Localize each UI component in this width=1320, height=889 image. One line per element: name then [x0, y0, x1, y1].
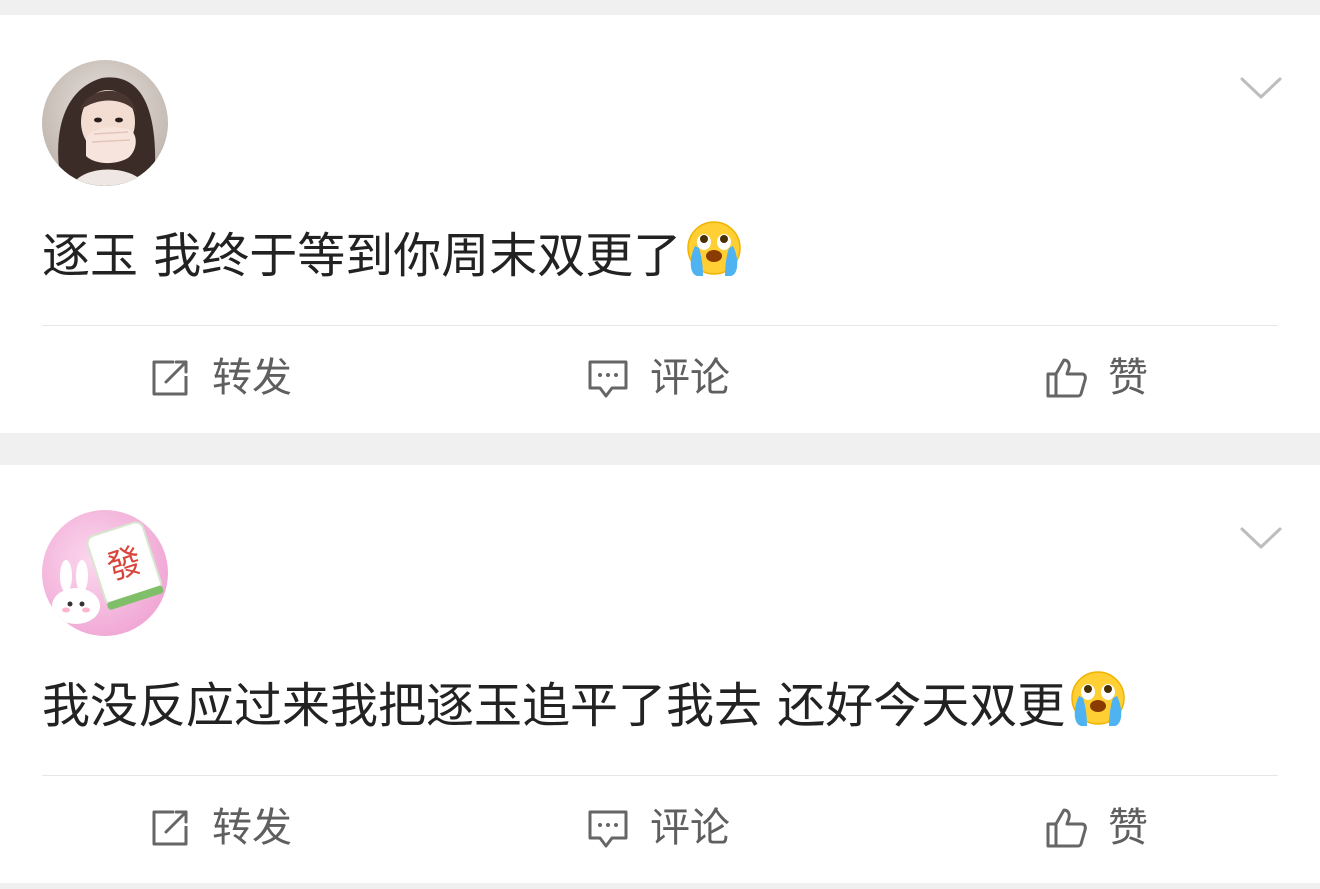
comment-label: 评论: [650, 355, 730, 401]
repost-icon: [152, 810, 188, 846]
repost-label: 转发: [212, 355, 292, 401]
chevron-down-icon: [1240, 527, 1282, 549]
like-button[interactable]: 赞: [1044, 350, 1148, 406]
girl-selfie-avatar-image: [42, 60, 168, 186]
mahjong-fa-bunny-avatar-image: 發: [42, 510, 168, 636]
thumbs-up-icon: [1046, 808, 1087, 848]
like-label: 赞: [1108, 355, 1148, 401]
repost-icon: [152, 360, 188, 396]
more-options[interactable]: [1238, 523, 1284, 553]
repost-label: 转发: [212, 805, 292, 851]
comment-icon: [588, 810, 628, 848]
post-text-content: 逐玉 我终于等到你周末双更了: [42, 228, 682, 284]
post-text: 我没反应过来我把逐玉追平了我去 还好今天双更: [42, 668, 1129, 738]
more-options[interactable]: [1238, 73, 1284, 103]
crying-emoji-icon: [683, 218, 745, 280]
divider: [42, 325, 1278, 326]
repost-button[interactable]: 转发: [148, 350, 292, 406]
chevron-down-icon: [1240, 77, 1282, 99]
comment-button[interactable]: 评论: [586, 350, 730, 406]
repost-button[interactable]: 转发: [148, 800, 292, 856]
like-button[interactable]: 赞: [1044, 800, 1148, 856]
avatar[interactable]: 發: [42, 510, 168, 636]
post-card: 發 我没反应过来我把逐玉追平了我去 还好今天双更 转发 评论 赞: [0, 465, 1320, 883]
comment-button[interactable]: 评论: [586, 800, 730, 856]
post-text: 逐玉 我终于等到你周末双更了: [42, 218, 745, 288]
crying-emoji-icon: [1067, 668, 1129, 730]
post-card: 逐玉 我终于等到你周末双更了 转发 评论 赞: [0, 15, 1320, 433]
post-text-content: 我没反应过来我把逐玉追平了我去 还好今天双更: [42, 678, 1066, 734]
comment-label: 评论: [650, 805, 730, 851]
like-label: 赞: [1108, 805, 1148, 851]
feed: 逐玉 我终于等到你周末双更了 转发 评论 赞 發 我没反应过来我把逐玉追平了我去…: [0, 0, 1320, 889]
comment-icon: [588, 360, 628, 398]
divider: [42, 775, 1278, 776]
thumbs-up-icon: [1046, 358, 1087, 398]
avatar[interactable]: [42, 60, 168, 186]
